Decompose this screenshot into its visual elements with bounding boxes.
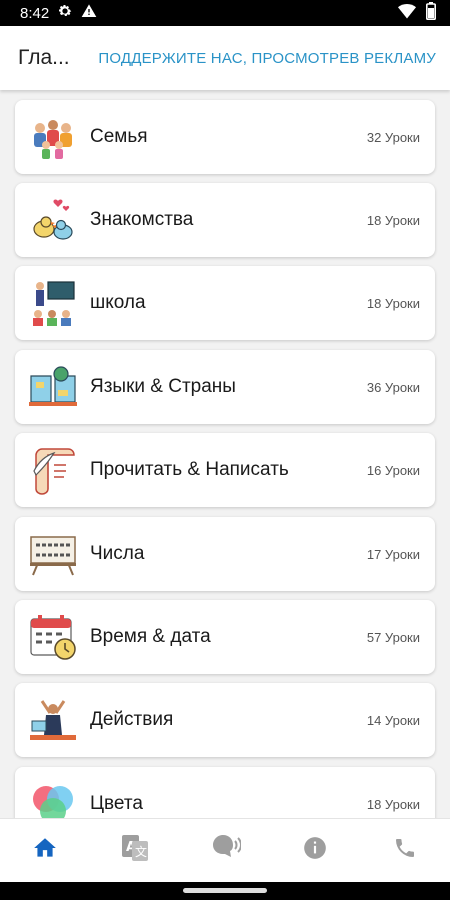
- category-card-time-date[interactable]: Время & дата 57 Уроки: [15, 600, 435, 674]
- status-time: 8:42: [20, 4, 50, 22]
- category-title: Языки & Страны: [90, 376, 236, 397]
- languages-book-icon: [28, 362, 78, 412]
- family-icon: [28, 112, 78, 162]
- nav-speak[interactable]: [195, 826, 255, 876]
- settings-icon: [57, 3, 73, 23]
- nav-info[interactable]: [285, 826, 345, 876]
- category-card-school[interactable]: школа 18 Уроки: [15, 266, 435, 340]
- watch-ad-button[interactable]: ПОДДЕРЖИТЕ НАС, ПРОСМОТРЕВ РЕКЛАМУ: [98, 50, 436, 67]
- lesson-count: 16 Уроки: [366, 462, 420, 478]
- wifi-icon: [398, 3, 416, 24]
- category-title: Знакомства: [90, 209, 194, 230]
- category-list: Семья 32 Уроки Знакомства 18 Уроки школа…: [0, 98, 450, 818]
- numbers-board-icon: [28, 529, 78, 579]
- school-icon: [28, 278, 78, 328]
- lesson-count: 32 Уроки: [366, 129, 420, 145]
- category-card-actions[interactable]: Действия 14 Уроки: [15, 683, 435, 757]
- birds-love-icon: [28, 195, 78, 245]
- lesson-count: 17 Уроки: [366, 546, 420, 562]
- scroll-quill-icon: [28, 445, 78, 495]
- lesson-count: 18 Уроки: [366, 295, 420, 311]
- category-card-read-write[interactable]: Прочитать & Написать 16 Уроки: [15, 433, 435, 507]
- category-title: Действия: [90, 709, 174, 730]
- nav-translate[interactable]: A 文: [105, 826, 165, 876]
- category-card-dating[interactable]: Знакомства 18 Уроки: [15, 183, 435, 257]
- warning-icon: [81, 3, 97, 23]
- lesson-count: 18 Уроки: [366, 212, 420, 228]
- category-title: Прочитать & Написать: [90, 459, 289, 480]
- app-bar: Гла... ПОДДЕРЖИТЕ НАС, ПРОСМОТРЕВ РЕКЛАМ…: [0, 26, 450, 90]
- category-card-numbers[interactable]: Числа 17 Уроки: [15, 517, 435, 591]
- status-bar: 8:42: [0, 0, 450, 26]
- phone-icon: [393, 836, 417, 865]
- category-title: Семья: [90, 126, 148, 147]
- system-nav-bar: [0, 882, 450, 900]
- lesson-count: 36 Уроки: [366, 379, 420, 395]
- category-title: Время & дата: [90, 626, 211, 647]
- nav-phone[interactable]: [375, 826, 435, 876]
- home-icon: [32, 835, 58, 866]
- translate-icon: A 文: [120, 833, 150, 868]
- lesson-count: 14 Уроки: [366, 712, 420, 728]
- bottom-nav: A 文: [0, 818, 450, 882]
- svg-text:文: 文: [135, 844, 147, 859]
- page-title: Гла...: [18, 46, 70, 69]
- lesson-count: 57 Уроки: [366, 629, 420, 645]
- category-card-languages[interactable]: Языки & Страны 36 Уроки: [15, 350, 435, 424]
- actions-person-icon: [28, 695, 78, 745]
- info-icon: [302, 835, 328, 866]
- speak-icon: [209, 833, 242, 868]
- colors-icon: [28, 779, 78, 818]
- category-title: школа: [90, 292, 146, 313]
- category-card-colors[interactable]: Цвета 18 Уроки: [15, 767, 435, 818]
- category-title: Числа: [90, 543, 145, 564]
- battery-icon: [426, 1, 436, 25]
- home-gesture-handle[interactable]: [183, 888, 267, 893]
- category-card-family[interactable]: Семья 32 Уроки: [15, 100, 435, 174]
- category-title: Цвета: [90, 793, 143, 814]
- lesson-count: 18 Уроки: [366, 796, 420, 812]
- nav-home[interactable]: [15, 826, 75, 876]
- calendar-clock-icon: [28, 612, 78, 662]
